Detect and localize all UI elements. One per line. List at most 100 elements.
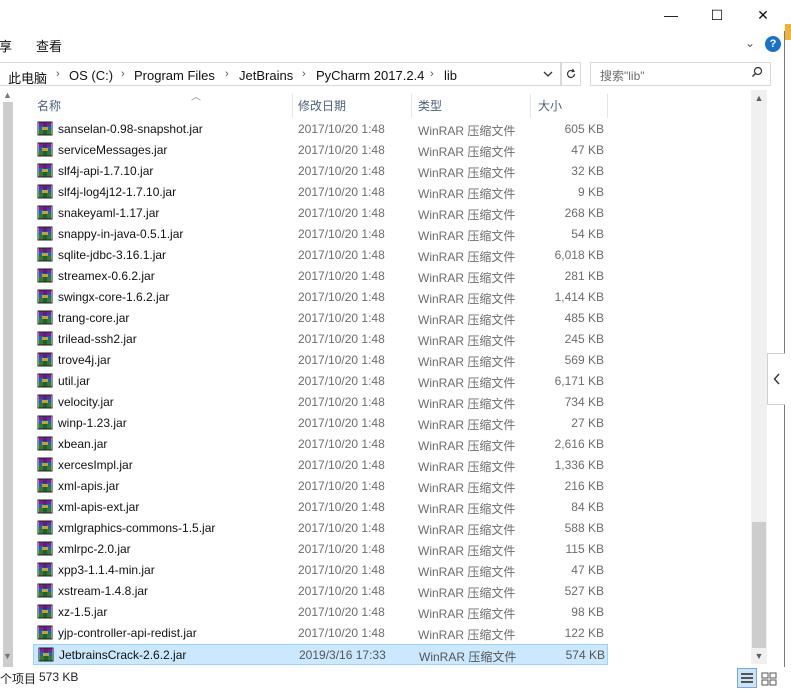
chevron-right-icon[interactable]: › [121, 68, 125, 80]
nav-scroll-up-icon[interactable]: ▲ [3, 90, 12, 100]
breadcrumb-program-files[interactable]: Program Files [134, 68, 215, 83]
search-icon[interactable] [751, 66, 763, 81]
table-row[interactable]: xml-apis.jar 2017/10/20 1:48 WinRAR 压缩文件 21… [33, 476, 608, 497]
file-name: slf4j-api-1.7.10.jar [58, 164, 154, 178]
table-row[interactable]: sqlite-jdbc-3.16.1.jar 2017/10/20 1:48 Win… [33, 245, 608, 266]
refresh-button[interactable] [561, 62, 581, 86]
winrar-archive-icon [37, 310, 53, 326]
file-name: winp-1.23.jar [58, 416, 127, 430]
file-date: 2017/10/20 1:48 [298, 542, 385, 556]
scrollbar-thumb[interactable] [752, 522, 766, 648]
preview-pane-toggle[interactable] [767, 353, 785, 405]
chevron-right-icon[interactable]: › [302, 68, 306, 80]
file-name: trang-core.jar [58, 311, 130, 325]
search-input[interactable]: 搜索"lib" [590, 62, 771, 86]
table-row[interactable]: util.jar 2017/10/20 1:48 WinRAR 压缩文件 6,171 … [33, 371, 608, 392]
file-list-scrollbar[interactable]: ▲ ▼ [751, 90, 767, 664]
file-date: 2017/10/20 1:48 [298, 311, 385, 325]
file-name: yjp-controller-api-redist.jar [58, 626, 197, 640]
column-type[interactable]: 类型 [418, 94, 442, 118]
table-row[interactable]: snakeyaml-1.17.jar 2017/10/20 1:48 WinRAR … [33, 203, 608, 224]
details-view-button[interactable] [737, 668, 757, 688]
table-row[interactable]: xpp3-1.1.4-min.jar 2017/10/20 1:48 WinRAR … [33, 560, 608, 581]
close-button[interactable]: ✕ [740, 0, 786, 31]
table-row[interactable]: xmlgraphics-commons-1.5.jar 2017/10/20 1:… [33, 518, 608, 539]
file-date: 2017/10/20 1:48 [298, 374, 385, 388]
winrar-archive-icon [37, 352, 53, 368]
table-row[interactable]: serviceMessages.jar 2017/10/20 1:48 WinRAR… [33, 140, 608, 161]
breadcrumb-jetbrains[interactable]: JetBrains [239, 68, 293, 83]
table-row[interactable]: slf4j-log4j12-1.7.10.jar 2017/10/20 1:48 W… [33, 182, 608, 203]
table-row[interactable]: snappy-in-java-0.5.1.jar 2017/10/20 1:48 W… [33, 224, 608, 245]
table-row[interactable]: trang-core.jar 2017/10/20 1:48 WinRAR 压缩文件… [33, 308, 608, 329]
help-icon[interactable]: ? [765, 36, 781, 52]
chevron-right-icon[interactable]: › [430, 68, 434, 80]
selected-size-label: 573 KB [39, 670, 79, 684]
winrar-archive-icon [37, 520, 53, 536]
file-date: 2017/10/20 1:48 [298, 269, 385, 283]
file-size: 47 KB [571, 563, 604, 577]
breadcrumb-drive[interactable]: OS (C:) [69, 68, 113, 83]
column-divider[interactable] [292, 94, 293, 118]
breadcrumb-this-pc[interactable]: 此电脑 [8, 68, 47, 87]
navigation-pane: ▲ ▼ [0, 90, 16, 670]
table-row[interactable]: xz-1.5.jar 2017/10/20 1:48 WinRAR 压缩文件 98 K… [33, 602, 608, 623]
file-name: sqlite-jdbc-3.16.1.jar [58, 248, 167, 262]
table-row[interactable]: xercesImpl.jar 2017/10/20 1:48 WinRAR 压缩文件… [33, 455, 608, 476]
table-row[interactable]: slf4j-api-1.7.10.jar 2017/10/20 1:48 WinRA… [33, 161, 608, 182]
nav-scrollbar-thumb[interactable] [3, 102, 13, 670]
minimize-button[interactable]: — [648, 0, 694, 31]
address-bar: 此电脑 › OS (C:) › Program Files › JetBrain… [0, 60, 785, 88]
winrar-archive-icon [37, 205, 53, 221]
file-type: WinRAR 压缩文件 [418, 502, 516, 516]
table-row[interactable]: velocity.jar 2017/10/20 1:48 WinRAR 压缩文件 73… [33, 392, 608, 413]
large-icons-view-icon [761, 672, 777, 686]
breadcrumb-lib[interactable]: lib [444, 68, 457, 83]
table-row[interactable]: winp-1.23.jar 2017/10/20 1:48 WinRAR 压缩文件 2… [33, 413, 608, 434]
column-divider[interactable] [530, 94, 531, 118]
file-size: 588 KB [564, 521, 604, 535]
column-size[interactable]: 大小 [538, 94, 562, 118]
ribbon-expand-icon[interactable]: ⌄ [745, 36, 755, 50]
table-row-selected[interactable]: JetbrainsCrack-2.6.2.jar 2019/3/16 17:33 W… [33, 644, 608, 665]
address-history-dropdown[interactable] [542, 68, 554, 83]
file-type: WinRAR 压缩文件 [418, 586, 516, 600]
file-type: WinRAR 压缩文件 [418, 418, 516, 432]
table-row[interactable]: trove4j.jar 2017/10/20 1:48 WinRAR 压缩文件 569… [33, 350, 608, 371]
tab-share[interactable]: 享 [0, 36, 12, 55]
file-date: 2017/10/20 1:48 [298, 626, 385, 640]
maximize-button[interactable]: ☐ [694, 0, 740, 31]
file-date: 2017/10/20 1:48 [298, 521, 385, 535]
address-field[interactable]: 此电脑 › OS (C:) › Program Files › JetBrain… [0, 62, 561, 86]
table-row[interactable]: xml-apis-ext.jar 2017/10/20 1:48 WinRAR 压缩… [33, 497, 608, 518]
table-row[interactable]: xstream-1.4.8.jar 2017/10/20 1:48 WinRAR 压… [33, 581, 608, 602]
chevron-right-icon[interactable]: › [56, 68, 60, 80]
column-divider[interactable] [411, 94, 412, 118]
table-row[interactable]: streamex-0.6.2.jar 2017/10/20 1:48 WinRAR … [33, 266, 608, 287]
winrar-archive-icon [38, 647, 54, 663]
file-type: WinRAR 压缩文件 [418, 250, 516, 264]
file-size: 281 KB [564, 269, 604, 283]
chevron-right-icon[interactable]: › [225, 68, 229, 80]
file-size: 27 KB [571, 416, 604, 430]
table-row[interactable]: xbean.jar 2017/10/20 1:48 WinRAR 压缩文件 2,616… [33, 434, 608, 455]
column-date[interactable]: 修改日期 [298, 94, 346, 118]
table-row[interactable]: yjp-controller-api-redist.jar 2017/10/20 … [33, 623, 608, 644]
file-name: xmlgraphics-commons-1.5.jar [58, 521, 216, 535]
file-date: 2017/10/20 1:48 [298, 437, 385, 451]
table-row[interactable]: sanselan-0.98-snapshot.jar 2017/10/20 1:4… [33, 119, 608, 140]
table-row[interactable]: swingx-core-1.6.2.jar 2017/10/20 1:48 WinR… [33, 287, 608, 308]
table-row[interactable]: trilead-ssh2.jar 2017/10/20 1:48 WinRAR 压缩… [33, 329, 608, 350]
winrar-archive-icon [37, 541, 53, 557]
tab-view[interactable]: 查看 [36, 36, 62, 55]
large-icons-view-button[interactable] [759, 668, 779, 688]
nav-scroll-down-icon[interactable]: ▼ [3, 651, 12, 661]
scroll-up-icon[interactable]: ▲ [751, 90, 767, 106]
breadcrumb-pycharm[interactable]: PyCharm 2017.2.4 [316, 68, 424, 83]
column-divider[interactable] [607, 94, 608, 118]
column-name[interactable]: 名称 [37, 94, 61, 118]
scroll-down-icon[interactable]: ▼ [751, 648, 767, 664]
table-row[interactable]: xmlrpc-2.0.jar 2017/10/20 1:48 WinRAR 压缩文件… [33, 539, 608, 560]
file-type: WinRAR 压缩文件 [418, 460, 516, 474]
sort-ascending-icon: ︿ [191, 92, 201, 103]
